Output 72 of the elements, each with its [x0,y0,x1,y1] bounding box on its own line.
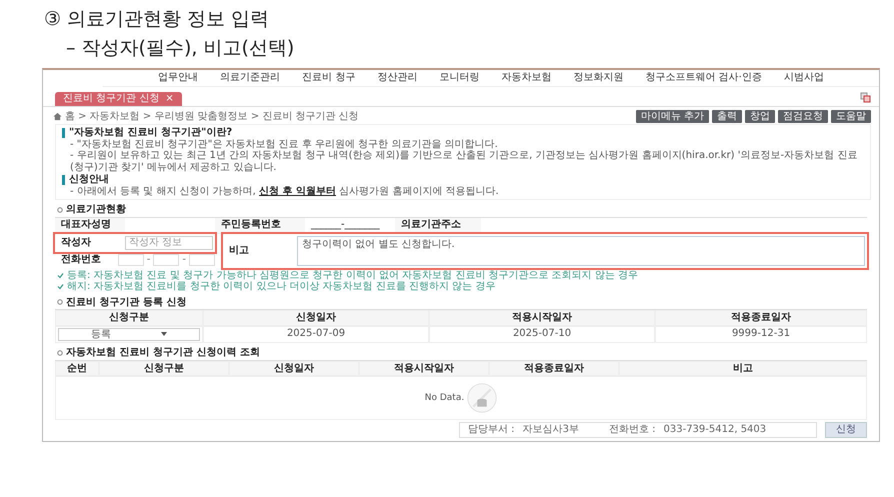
field-label: 대표자성명 [55,218,125,234]
nav-menu-item[interactable]: 시범사업 [784,72,824,84]
bullet-icon [57,299,63,306]
input-field[interactable]: 작성자 정보 [125,236,213,250]
submit-button[interactable]: 신청 [825,422,867,438]
contact-label: 담당부서 : [468,424,515,436]
page-tab[interactable]: 진료비 청구기관 신청 × [55,92,182,106]
section-title: 자동차보험 진료비 청구기관 신청이력 조회 [66,347,260,358]
column-header: 신청일자 [229,360,359,376]
section-marker-icon [62,174,65,185]
slide-subtitle: – 작성자(필수), 비고(선택) [65,36,296,61]
nav-menu-item[interactable]: 자동차보험 [501,72,552,84]
close-button[interactable]: × [165,93,174,104]
table-cell: 2025-07-09 [203,326,429,343]
note-text: 등록: 자동차보험 진료 및 청구가 가능하나 심평원으로 청구한 이력이 없어 자동차보험 진료비 청구기관으로 조회되지 않는 경우 [67,270,638,281]
contact-value: 033-739-5412, 5403 [664,424,766,436]
slide-title: ③ 의료기관현황 정보 입력 [44,7,270,32]
info-text: - 우리원이 보유하고 있는 최근 1년 간의 자동차보험 청구 내역(한승 제외)를 기반으로 산출된 기관으로, 기관정보는 심사평가원 홈페이지(hira.or.kr) '의료정보-자동차보험 진료(청구)기관 찾기' 메뉴에서 제공하고 있습니다. [69,150,858,173]
table-cell: 9999-12-31 [655,326,867,343]
info-heading: "자동차보험 진료비 청구기관"이란? [69,127,232,138]
window-icon[interactable] [860,92,871,102]
select-field[interactable] [118,254,144,266]
text-area[interactable]: 청구이력이 없어 별도 신청합니다. [297,236,865,266]
toolbar-button[interactable]: 도움말 [831,110,871,123]
nav-menu-item[interactable]: 정산관리 [377,72,418,84]
column-header: 비고 [619,360,867,376]
no-data-icon [467,383,498,413]
column-header: 적용시작일자 [429,310,655,326]
nav-menu-item[interactable]: 정보화지원 [573,72,624,84]
column-header: 적용종료일자 [655,310,867,326]
select-field[interactable]: 등록 [58,328,200,341]
column-header: 순번 [55,360,99,376]
breadcrumb: 홈 > 자동차보험 > 우리병원 맞춤형정보 > 진료비 청구기관 신청 [65,110,359,122]
nav-menu-item[interactable]: 의료기준관리 [220,72,280,84]
caret-icon [161,332,167,336]
field-label: 의료기관주소 [395,218,481,234]
contact-label: 전화번호 : [608,424,656,436]
field-label: 비고 [228,244,250,256]
contact-value: 자보심사3부 [522,424,579,436]
nav-menu-item[interactable]: 청구소프트웨어 검사·인증 [645,72,762,84]
info-heading: 신청안내 [69,174,109,186]
column-header: 신청구분 [55,310,203,326]
input-field[interactable] [188,254,215,266]
field-label: 주민등록번호 [215,218,305,234]
toolbar-button[interactable]: 마이메뉴 추가 [636,110,709,123]
column-header: 적용시작일자 [359,360,489,376]
bullet-icon [57,350,63,356]
tab-label: 진료비 청구기관 신청 [63,93,160,104]
empty-state-text: No Data. [424,392,464,404]
table-cell: 2025-07-10 [429,326,655,343]
field-label: 전화번호 [60,254,102,266]
info-text: - "자동차보험 진료비 청구기관"은 자동차보험 진료 후 우리원에 청구한 의료기관을 의미합니다. [69,138,499,150]
toolbar-button[interactable]: 창업 [745,110,775,123]
column-header: 신청구분 [99,360,229,376]
toolbar-button[interactable]: 출력 [712,110,742,123]
separator-text: - [182,254,186,266]
column-header: 적용종료일자 [489,360,619,376]
nav-menu-item[interactable]: 진료비 청구 [302,72,356,84]
separator-text: - [146,254,150,266]
note-text: 해지: 자동차보험 진료비를 청구한 이력이 있으나 더이상 자동차보험 진료를 진행하지 않는 경우 [67,281,496,292]
column-header: 신청일자 [203,310,429,326]
input-field[interactable] [153,254,180,266]
section-title: 의료기관현황 [66,204,126,216]
field-label: 작성자 [60,236,92,248]
info-text: - 아래에서 등록 및 해지 신청이 가능하며, 신청 후 익월부터 심사평가원 홈페이지에 적용됩니다. [69,186,500,197]
section-marker-icon [62,128,65,138]
nav-menu-item[interactable]: 업무안내 [158,72,198,84]
bullet-icon [57,206,63,213]
toolbar-button[interactable]: 점검요청 [778,110,828,123]
nav-menu-item[interactable]: 모니터링 [439,72,480,84]
section-title: 진료비 청구기관 등록 신청 [66,296,186,308]
home-icon[interactable] [53,112,62,121]
